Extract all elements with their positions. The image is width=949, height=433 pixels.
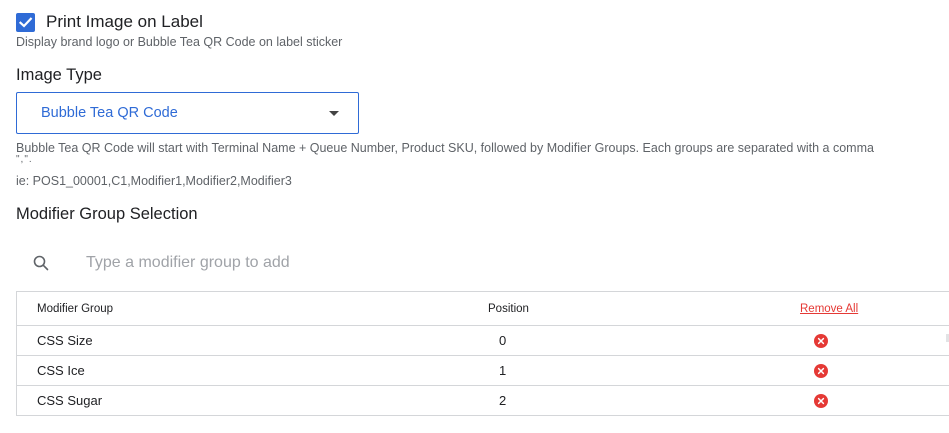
image-type-selected-value: Bubble Tea QR Code <box>41 105 178 121</box>
image-type-title: Image Type <box>16 66 102 84</box>
table-row: CSS Ice 1 <box>17 356 949 386</box>
remove-circle-icon[interactable] <box>814 334 828 348</box>
modifier-position: 0 <box>499 333 507 348</box>
print-image-checkbox[interactable] <box>16 12 35 32</box>
header-position: Position <box>488 302 529 315</box>
modifier-search <box>16 243 949 283</box>
modifier-position: 1 <box>499 363 507 378</box>
print-image-option: Print Image on Label <box>16 12 203 32</box>
modifier-group-name: CSS Sugar <box>37 393 103 408</box>
table-row: CSS Size 0 <box>17 326 949 356</box>
modifier-position: 2 <box>499 393 507 408</box>
check-icon <box>18 16 33 28</box>
qr-info-text: Bubble Tea QR Code will start with Termi… <box>16 141 874 155</box>
table-row: CSS Sugar 2 <box>17 386 949 416</box>
print-image-label[interactable]: Print Image on Label <box>46 12 203 32</box>
modifier-group-name: CSS Ice <box>37 363 85 378</box>
qr-info-example: ie: POS1_00001,C1,Modifier1,Modifier2,Mo… <box>16 174 292 188</box>
image-type-select[interactable]: Bubble Tea QR Code <box>16 92 359 134</box>
modifier-group-name: CSS Size <box>37 333 93 348</box>
search-icon <box>32 254 50 272</box>
table-header-row: Modifier Group Position Remove All <box>17 292 949 326</box>
label-image-settings: Print Image on Label Display brand logo … <box>0 0 949 433</box>
print-image-description: Display brand logo or Bubble Tea QR Code… <box>16 35 343 49</box>
caret-down-icon <box>329 110 339 116</box>
modifier-search-input[interactable] <box>84 253 588 273</box>
remove-all-link[interactable]: Remove All <box>800 292 858 325</box>
remove-all-label[interactable]: Remove All <box>800 303 858 315</box>
modifier-group-selection-title: Modifier Group Selection <box>16 205 198 223</box>
remove-circle-icon[interactable] <box>814 364 828 378</box>
qr-info-separator: ",". <box>16 154 33 165</box>
remove-circle-icon[interactable] <box>814 394 828 408</box>
header-modifier-group: Modifier Group <box>37 302 114 315</box>
modifier-group-table: Modifier Group Position Remove All CSS S… <box>16 291 949 416</box>
